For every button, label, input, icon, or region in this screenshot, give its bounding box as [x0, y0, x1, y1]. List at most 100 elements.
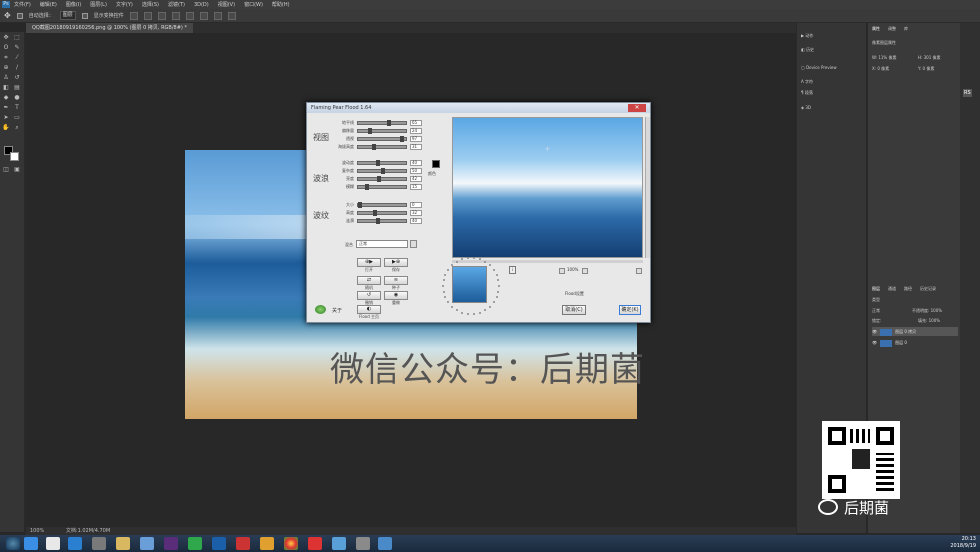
layer-kind-filter[interactable]: 类型	[872, 297, 880, 303]
app-icon[interactable]	[46, 537, 60, 550]
ring-dot[interactable]	[451, 306, 453, 308]
opacity-field[interactable]: 不透明度: 100%	[912, 308, 942, 314]
ring-dot[interactable]	[456, 309, 458, 311]
align-right-icon[interactable]	[199, 11, 208, 20]
menu-filter[interactable]: 滤镜(T)	[168, 1, 185, 8]
document-tab[interactable]: QQ截图20180919160256.png @ 100% (图层 0 拷贝, …	[26, 23, 193, 33]
fill-field[interactable]: 填充: 100%	[918, 318, 940, 324]
slider-track[interactable]	[357, 120, 407, 126]
show-transform-checkbox[interactable]	[81, 12, 88, 19]
slider-track[interactable]	[357, 202, 407, 208]
app-icon[interactable]	[332, 537, 346, 550]
preview-toggle-icon[interactable]	[636, 268, 642, 274]
menu-file[interactable]: 文件(F)	[14, 1, 31, 8]
menu-view[interactable]: 视图(V)	[218, 1, 235, 8]
ring-dot[interactable]	[496, 274, 498, 276]
y-field[interactable]: Y: 0 像素	[918, 66, 934, 72]
ring-dot[interactable]	[443, 291, 445, 293]
tab-paths[interactable]: 路径	[904, 286, 912, 292]
slider-knob[interactable]	[358, 202, 362, 208]
slider-knob[interactable]	[376, 160, 380, 166]
blend-mode-dropdown[interactable]: 正常	[872, 308, 880, 314]
ring-dot[interactable]	[467, 257, 469, 259]
ring-dot[interactable]	[447, 269, 449, 271]
ie-icon[interactable]	[68, 537, 82, 550]
ring-dot[interactable]	[484, 309, 486, 311]
preset-button[interactable]: ⇄	[357, 276, 381, 285]
eyedropper-icon[interactable]: ⁄	[13, 54, 21, 61]
slider-track[interactable]	[357, 168, 407, 174]
x-field[interactable]: X: 0 像素	[872, 66, 889, 72]
app-icon[interactable]	[92, 537, 106, 550]
dock-item-character[interactable]: A 字符	[801, 79, 813, 85]
menu-3d[interactable]: 3D(D)	[194, 2, 209, 8]
ring-dot[interactable]	[442, 285, 444, 287]
preset-button[interactable]: ◐	[357, 305, 381, 314]
slider-value-field[interactable]: 50	[410, 168, 422, 174]
ring-dot[interactable]	[489, 264, 491, 266]
shape-icon[interactable]: ▭	[13, 114, 21, 121]
auto-select-checkbox[interactable]	[16, 12, 23, 19]
menu-edit[interactable]: 编辑(E)	[40, 1, 57, 8]
path-select-icon[interactable]: ➤	[2, 114, 10, 121]
menu-image[interactable]: 图像(I)	[66, 1, 81, 8]
zoom-in-icon[interactable]	[582, 268, 588, 274]
align-left-icon[interactable]	[171, 11, 180, 20]
healing-icon[interactable]: ⊕	[2, 64, 10, 71]
glue-dropdown[interactable]: 正常	[356, 240, 408, 248]
preset-button[interactable]: ⊕▶	[357, 258, 381, 267]
preset-button[interactable]: ↺	[357, 291, 381, 300]
ring-dot[interactable]	[489, 306, 491, 308]
chrome-icon[interactable]	[284, 537, 298, 550]
ring-dot[interactable]	[461, 312, 463, 314]
align-top-icon[interactable]	[129, 11, 138, 20]
slider-value-field[interactable]: 40	[410, 160, 422, 166]
dodge-icon[interactable]: ●	[13, 94, 21, 101]
menu-select[interactable]: 选择(S)	[142, 1, 159, 8]
menu-window[interactable]: 窗口(W)	[244, 1, 263, 8]
premiere-icon[interactable]	[164, 537, 178, 550]
slider-value-field[interactable]: 40	[410, 218, 422, 224]
slider-track[interactable]	[357, 184, 407, 190]
tab-layers[interactable]: 图层	[872, 286, 880, 292]
ring-dot[interactable]	[447, 301, 449, 303]
ring-dot[interactable]	[443, 279, 445, 281]
start-button-icon[interactable]	[6, 537, 20, 550]
pen-icon[interactable]: ✒	[2, 104, 10, 111]
preset-button[interactable]: ◉	[384, 291, 408, 300]
ring-dot[interactable]	[473, 257, 475, 259]
slider-knob[interactable]	[368, 128, 372, 134]
system-clock[interactable]: 20:13 2018/9/19	[950, 536, 976, 550]
eye-icon[interactable]: 👁	[872, 340, 877, 345]
ring-dot[interactable]	[496, 296, 498, 298]
eye-icon[interactable]: 👁	[872, 329, 877, 334]
preview-scrollbar[interactable]	[645, 117, 650, 258]
move-icon[interactable]: ✥	[2, 34, 10, 41]
ring-dot[interactable]	[493, 301, 495, 303]
3d-mode-icon[interactable]	[227, 11, 236, 20]
info-icon[interactable]: i	[509, 266, 516, 274]
ring-dot[interactable]	[493, 269, 495, 271]
browser-icon[interactable]	[24, 537, 38, 550]
zoom-out-icon[interactable]	[559, 268, 565, 274]
slider-value-field[interactable]: 32	[410, 210, 422, 216]
slider-value-field[interactable]: 15	[410, 184, 422, 190]
auto-select-dropdown[interactable]: 图层	[59, 11, 76, 20]
gradient-icon[interactable]: ▤	[13, 84, 21, 91]
preset-thumbnail[interactable]	[452, 266, 487, 303]
slider-knob[interactable]	[376, 218, 380, 224]
app-icon[interactable]	[188, 537, 202, 550]
menu-layer[interactable]: 图层(L)	[90, 1, 107, 8]
ring-dot[interactable]	[456, 261, 458, 263]
slider-track[interactable]	[357, 136, 407, 142]
preview-image[interactable]: ✛	[452, 117, 643, 258]
slider-value-field[interactable]: 42	[410, 176, 422, 182]
blur-icon[interactable]: ◆	[2, 94, 10, 101]
align-center-icon[interactable]	[185, 11, 194, 20]
slider-knob[interactable]	[387, 120, 391, 126]
ring-dot[interactable]	[497, 279, 499, 281]
slider-value-field[interactable]: 24	[410, 128, 422, 134]
dialog-close-button[interactable]: ✕	[628, 104, 646, 112]
tab-properties[interactable]: 属性	[872, 26, 880, 32]
tab-libraries[interactable]: 库	[904, 26, 908, 32]
